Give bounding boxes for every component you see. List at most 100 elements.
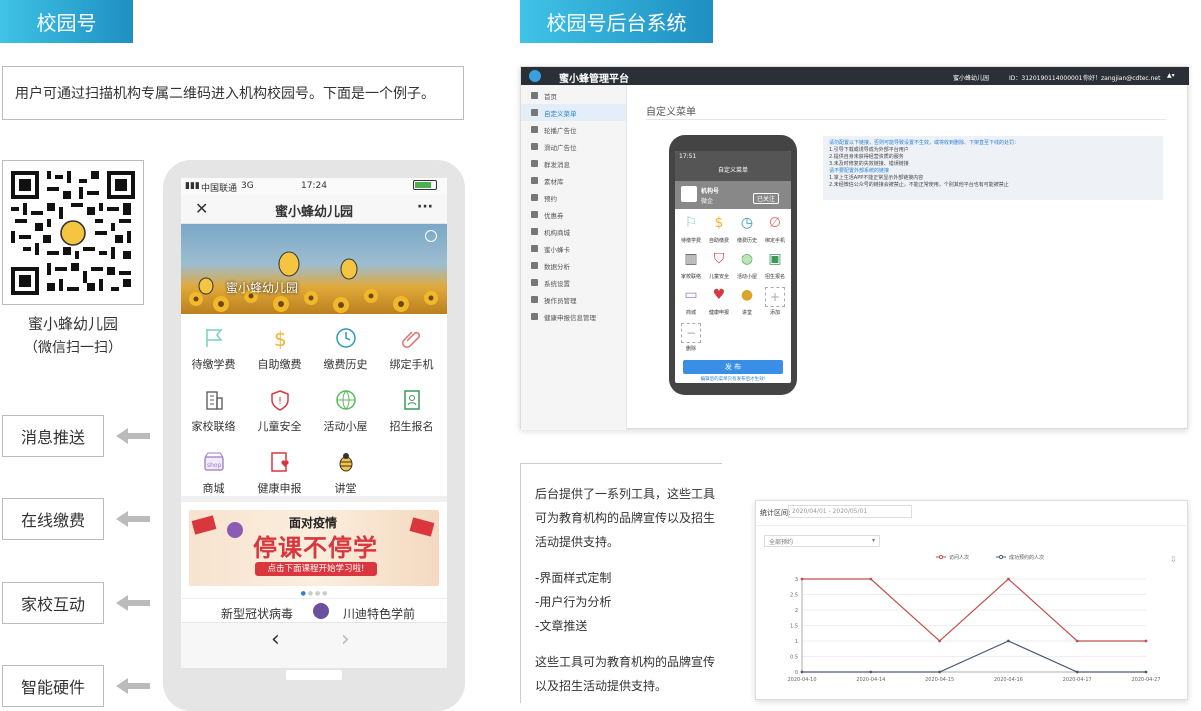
promo-banner[interactable]: 面对疫情 停课不停学 点击下面课程开始学习啦! — [189, 510, 439, 586]
panel-divider — [756, 525, 1189, 526]
arrow-left-icon — [116, 678, 150, 694]
mini-grid-item[interactable]: ◍ 活动小屋 — [733, 251, 761, 287]
feature-label: 家校互动 — [20, 595, 85, 614]
mini-grid-item[interactable]: ⛉ 儿童安全 — [705, 251, 733, 287]
sidebar-item-materials[interactable]: 素材库 — [521, 172, 626, 189]
back-button[interactable]: ‹ — [271, 627, 280, 652]
forward-button[interactable]: › — [341, 627, 350, 652]
date-range-input[interactable]: 2020/04/01 - 2020/05/01 — [788, 505, 912, 518]
sidebar-item-mass-message[interactable]: 群发消息 — [521, 155, 626, 172]
mini-grid-item[interactable]: $ 自助缴费 — [705, 215, 733, 251]
data-point — [938, 670, 941, 674]
menu-item-pending-fees[interactable]: 待缴学费 — [181, 324, 246, 372]
shop-icon: shop — [203, 452, 224, 471]
sidebar-item-card[interactable]: 蜜小蜂卡 — [521, 240, 626, 257]
carrier: 中国联通 — [201, 184, 238, 194]
booking-select-value: 全部预约 — [769, 539, 794, 546]
mini-screen: 17:51 自定义菜单 机构号 微企 已关注 ⚐ 待缴学费 $ 自助缴费 ◷ 缴费历史… — [675, 151, 791, 383]
sidebar-item-operators[interactable]: 操作员管理 — [521, 291, 626, 308]
menu-item-child-safety[interactable]: ! 儿童安全 — [247, 386, 312, 434]
data-point — [800, 670, 804, 674]
dollar-icon: $ — [274, 327, 287, 350]
sidebar-item-health[interactable]: 健康申报信息管理 — [521, 308, 626, 325]
sidebar-item-analytics[interactable]: 数据分析 — [521, 257, 626, 274]
admin-sidebar: 首页 自定义菜单 轮播广告位 滑动广告位 群发消息 素材库 预约 优惠券 机构商… — [521, 85, 627, 430]
news-item-right[interactable]: 川迪特色学前 — [343, 605, 415, 622]
sidebar-item-coupons[interactable]: 优惠券 — [521, 206, 626, 223]
mini-grid-item[interactable]: ⚐ 待缴学费 — [677, 215, 705, 251]
more-button[interactable]: ··· — [417, 199, 433, 215]
history-icon: ◷ — [740, 215, 754, 231]
mini-follow-badge[interactable]: 已关注 — [753, 193, 780, 204]
sidebar-item-label: 群发消息 — [544, 160, 570, 169]
user-icon[interactable] — [425, 230, 437, 242]
qr-caption-hint: （微信扫一扫） — [24, 340, 122, 356]
mini-grid-label: 健康申报 — [708, 310, 729, 316]
sidebar-item-booking[interactable]: 预约 — [521, 189, 626, 206]
signal-icon: ▮▮▮ — [185, 181, 200, 191]
menu-item-label: 活动小屋 — [323, 420, 368, 433]
menu-item-label: 自助缴费 — [257, 358, 302, 371]
mini-grid-label: 讲堂 — [741, 310, 752, 316]
arrow-left-icon — [116, 595, 150, 611]
admin-page-title: 自定义菜单 — [646, 107, 696, 118]
shield-icon: ! — [270, 390, 289, 411]
menu-item-activity-house[interactable]: 活动小屋 — [313, 386, 378, 434]
sidebar-item-carousel-ads[interactable]: 轮播广告位 — [521, 121, 626, 138]
menu-item-enrollment[interactable]: 招生报名 — [379, 386, 444, 434]
menu-item-payment-history[interactable]: 缴费历史 — [313, 324, 378, 372]
publish-button[interactable]: 发 布 — [683, 360, 783, 374]
mini-grid-item[interactable]: − 删除 — [677, 323, 705, 359]
flag-icon — [205, 329, 223, 347]
data-point — [869, 670, 873, 674]
card-icon — [531, 245, 538, 252]
building-icon — [205, 391, 223, 410]
date-range-value: 2020/04/01 - 2020/05/01 — [792, 508, 868, 515]
mini-grid-item[interactable]: ◷ 缴费历史 — [733, 215, 761, 251]
qr-code-frame — [2, 160, 144, 305]
stats-panel: 统计区间: 2020/04/01 - 2020/05/01 全部预约 ▾ ⇩ 00… — [755, 500, 1189, 700]
mini-avatar — [681, 186, 697, 202]
menu-item-shop[interactable]: shop 商城 — [181, 448, 246, 496]
menu-item-lecture[interactable]: 讲堂 — [313, 448, 378, 496]
sidebar-item-custom-menu[interactable]: 自定义菜单 — [521, 104, 626, 121]
sidebar-item-label: 机构商城 — [544, 228, 570, 237]
mini-grid-item[interactable]: ∅ 绑定手机 — [761, 215, 789, 251]
sidebar-item-mall[interactable]: 机构商城 — [521, 223, 626, 240]
menu-item-self-pay[interactable]: $ 自助缴费 — [247, 324, 312, 372]
sidebar-item-label: 系统设置 — [544, 279, 570, 288]
svg-text:$: $ — [274, 327, 287, 350]
sidebar-item-label: 首页 — [544, 92, 557, 101]
mini-grid-label: 家校联络 — [680, 274, 701, 280]
mini-grid-item[interactable]: ♥ 健康申报 — [705, 287, 733, 323]
news-item-left[interactable]: 新型冠状病毒 — [221, 605, 293, 622]
tip-line: 请勿配置以下链接，否则可能导致设置不生效，或将收到删除、下架直至下线的处罚： — [829, 140, 1020, 146]
app-title: 蜜小蜂管理平台 — [559, 74, 629, 85]
menu-item-bind-phone[interactable]: 绑定手机 — [379, 324, 444, 372]
feature-label: 在线缴费 — [20, 511, 85, 530]
school-name[interactable]: 蜜小蜂幼儿园 — [953, 73, 989, 82]
range-label: 统计区间: — [760, 509, 791, 517]
network: 3G — [241, 181, 254, 191]
mini-grid-item[interactable]: ● 讲堂 — [733, 287, 761, 323]
user-menu-icon[interactable]: ▲▾ — [1167, 72, 1175, 79]
sidebar-item-slide-ads[interactable]: 滑动广告位 — [521, 138, 626, 155]
sidebar-item-home[interactable]: 首页 — [521, 87, 626, 104]
mini-grid-item[interactable]: ▥ 家校联络 — [677, 251, 705, 287]
y-tick-label: 2.5 — [790, 593, 798, 599]
booking-select[interactable]: 全部预约 ▾ — [764, 535, 880, 547]
mini-grid-item[interactable]: ▣ 招生报名 — [761, 251, 789, 287]
description-para2: 这些工具可为教育机构的品牌宣传以及招生活动提供支持。 — [535, 655, 716, 693]
list-icon — [531, 109, 538, 116]
menu-item-home-school[interactable]: 家校联络 — [181, 386, 246, 434]
menu-item-health-report[interactable]: 健康申报 — [247, 448, 312, 496]
sidebar-item-label: 操作员管理 — [544, 296, 577, 305]
tip-line: 3.未及时修复的失效链接、错误链接 — [829, 161, 909, 167]
description-para1: 后台提供了一系列工具，这些工具可为教育机构的品牌宣传以及招生活动提供支持。 — [535, 487, 716, 549]
sidebar-item-settings[interactable]: 系统设置 — [521, 274, 626, 291]
phone-mockup: ▮▮▮ 中国联通 3G 17:24 ✕ 蜜小蜂幼儿园 ··· 蜜小蜂幼儿园 待缴… — [163, 160, 465, 711]
mini-grid-item[interactable]: ▭ 商城 — [677, 287, 705, 323]
description-box: 后台提供了一系列工具，这些工具可为教育机构的品牌宣传以及招生活动提供支持。 -界… — [520, 463, 722, 703]
mini-grid-item[interactable]: + 添加 — [761, 287, 789, 323]
clock: 17:24 — [301, 181, 327, 191]
